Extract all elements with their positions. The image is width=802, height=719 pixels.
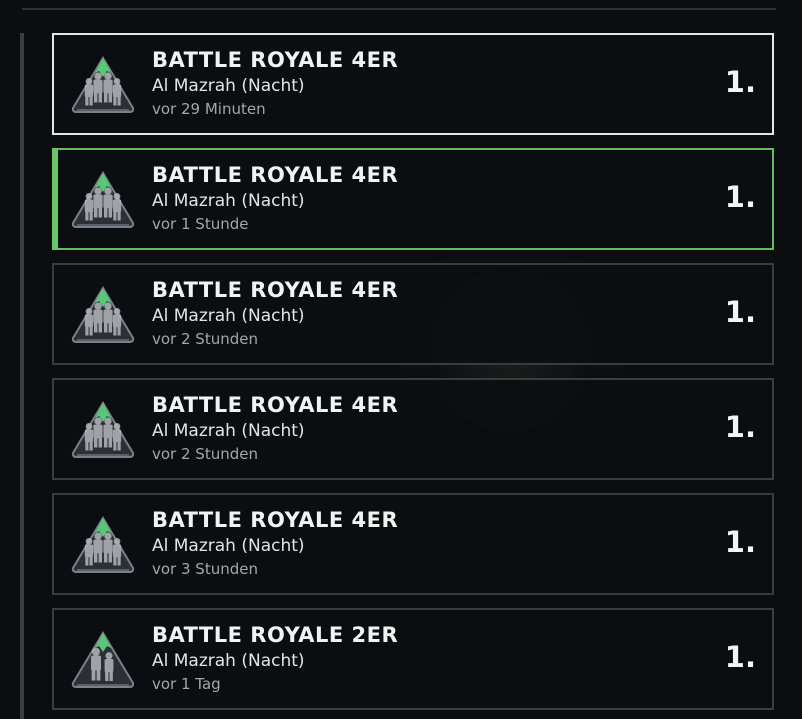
mode-title: BATTLE ROYALE 4ER <box>152 163 399 187</box>
match-history-list: BATTLE ROYALE 4ER Al Mazrah (Nacht) vor … <box>0 0 802 719</box>
squad-4-icon <box>71 515 135 575</box>
map-name: Al Mazrah (Nacht) <box>152 536 305 556</box>
mode-title: BATTLE ROYALE 4ER <box>152 508 399 532</box>
match-card[interactable]: BATTLE ROYALE 4ER Al Mazrah (Nacht) vor … <box>52 378 774 480</box>
squad-4-icon <box>71 400 135 460</box>
squad-2-icon <box>71 630 135 690</box>
mode-title: BATTLE ROYALE 2ER <box>152 623 399 647</box>
match-card[interactable]: BATTLE ROYALE 4ER Al Mazrah (Nacht) vor … <box>52 263 774 365</box>
time-ago: vor 29 Minuten <box>152 100 266 118</box>
map-name: Al Mazrah (Nacht) <box>152 421 305 441</box>
time-ago: vor 1 Stunde <box>152 215 249 233</box>
mode-title: BATTLE ROYALE 4ER <box>152 278 399 302</box>
map-name: Al Mazrah (Nacht) <box>152 191 305 211</box>
time-ago: vor 2 Stunden <box>152 330 258 348</box>
placement: 1. <box>724 180 756 214</box>
time-ago: vor 2 Stunden <box>152 445 258 463</box>
map-name: Al Mazrah (Nacht) <box>152 651 305 671</box>
placement: 1. <box>724 65 756 99</box>
map-name: Al Mazrah (Nacht) <box>152 76 305 96</box>
placement: 1. <box>724 525 756 559</box>
placement: 1. <box>724 640 756 674</box>
match-card[interactable]: BATTLE ROYALE 4ER Al Mazrah (Nacht) vor … <box>52 33 774 135</box>
mode-title: BATTLE ROYALE 4ER <box>152 393 399 417</box>
map-name: Al Mazrah (Nacht) <box>152 306 305 326</box>
placement: 1. <box>724 410 756 444</box>
time-ago: vor 1 Tag <box>152 675 221 693</box>
squad-4-icon <box>71 55 135 115</box>
squad-4-icon <box>71 285 135 345</box>
match-card[interactable]: BATTLE ROYALE 4ER Al Mazrah (Nacht) vor … <box>52 493 774 595</box>
squad-4-icon <box>71 170 135 230</box>
time-ago: vor 3 Stunden <box>152 560 258 578</box>
placement: 1. <box>724 295 756 329</box>
match-card[interactable]: BATTLE ROYALE 2ER Al Mazrah (Nacht) vor … <box>52 608 774 710</box>
match-card[interactable]: BATTLE ROYALE 4ER Al Mazrah (Nacht) vor … <box>52 148 774 250</box>
mode-title: BATTLE ROYALE 4ER <box>152 48 399 72</box>
